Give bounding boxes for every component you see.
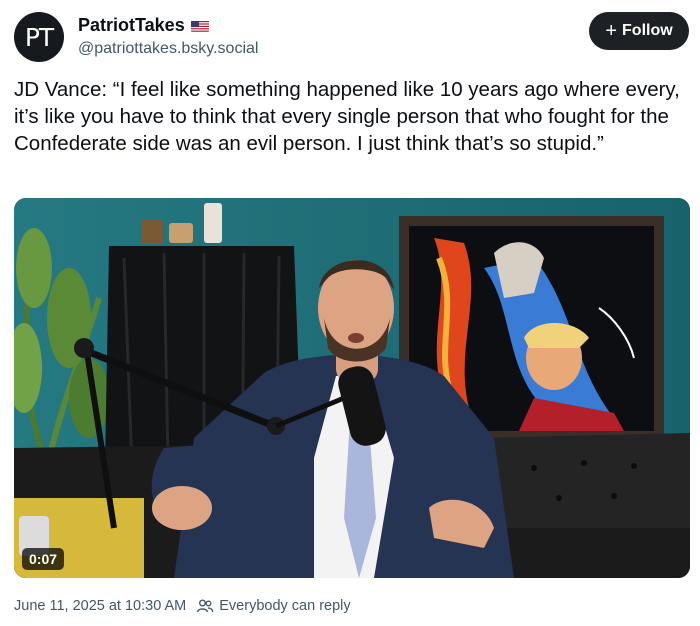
author-display-name[interactable]: PatriotTakes [78,15,185,36]
author-avatar[interactable]: PT [14,12,64,62]
post-footer: June 11, 2025 at 10:30 AM Everybody can … [14,598,351,614]
people-icon [196,598,214,614]
plus-icon: + [605,20,618,42]
follow-button-label: Follow [622,22,673,39]
video-frame [14,198,690,578]
video-player[interactable] [14,198,690,578]
us-flag-icon [190,20,209,32]
follow-button[interactable]: + Follow [589,12,689,50]
author-handle[interactable]: @patriottakes.bsky.social [78,40,258,58]
post-text: JD Vance: “I feel like something happene… [14,78,680,155]
author-name-row: PatriotTakes [78,15,209,36]
reply-setting[interactable]: Everybody can reply [219,598,350,614]
video-duration-badge: 0:07 [22,548,65,570]
post-date[interactable]: June 11, 2025 at 10:30 AM [14,598,186,614]
